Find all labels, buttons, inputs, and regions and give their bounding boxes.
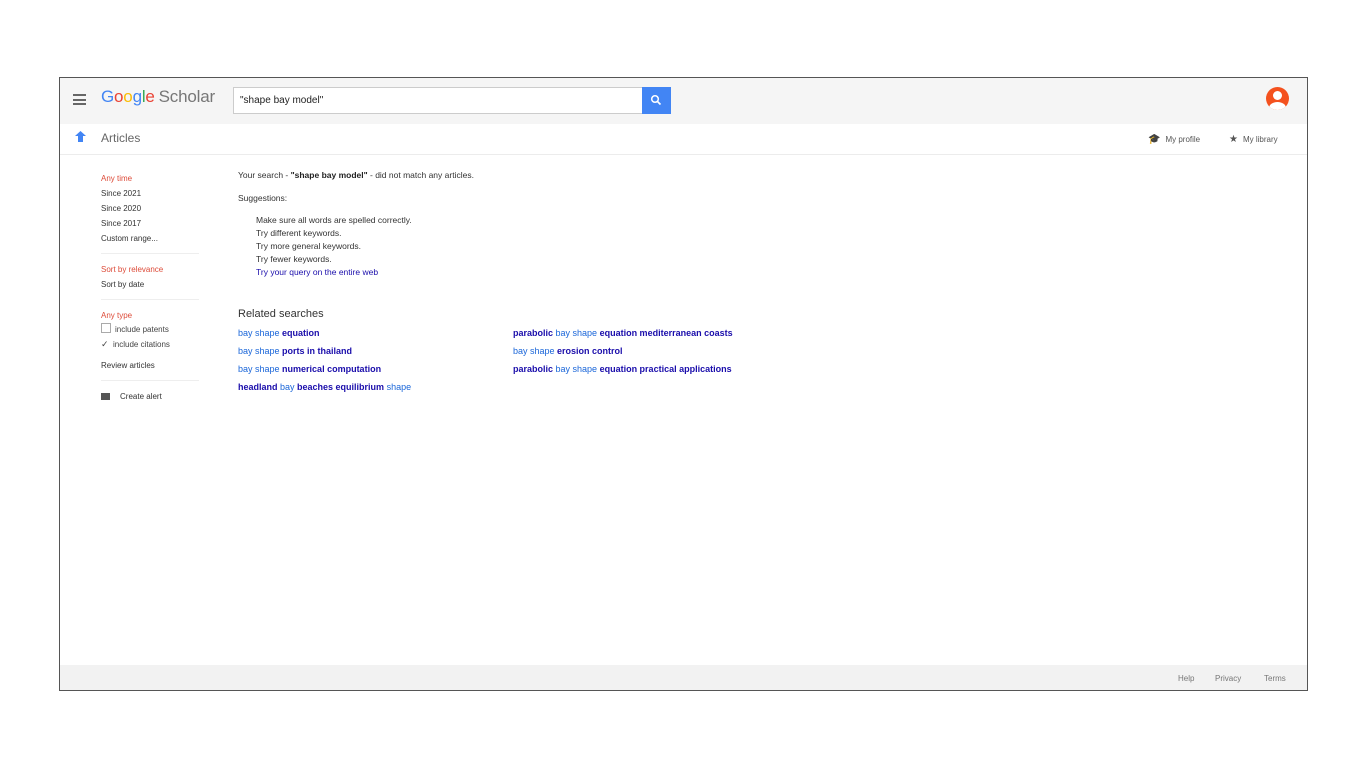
related-search-link[interactable]: parabolic bay shape equation practical a…	[513, 364, 763, 375]
related-search-segment: bay shape	[238, 346, 283, 356]
related-search-segment: equation	[282, 328, 320, 338]
related-search-segment: headland	[238, 382, 278, 392]
related-search-segment: numerical computation	[282, 364, 382, 374]
related-column-1: bay shape equation bay shape ports in tha…	[238, 328, 488, 400]
related-search-segment: bay shape	[238, 364, 283, 374]
sort-by-relevance[interactable]: Sort by relevance	[101, 262, 201, 277]
graduation-cap-icon: 🎓	[1148, 134, 1161, 145]
filter-since-2017[interactable]: Since 2017	[101, 216, 201, 231]
envelope-icon	[101, 393, 110, 400]
articles-icon	[75, 131, 86, 142]
suggestion-item: Try more general keywords.	[256, 241, 362, 251]
related-search-segment: bay shape	[553, 364, 600, 374]
divider	[101, 253, 199, 254]
related-search-segment: equation mediterranean coasts	[599, 328, 733, 338]
logo-scholar-text: Scholar	[158, 87, 215, 106]
divider	[101, 380, 199, 381]
review-articles-link[interactable]: Review articles	[101, 358, 201, 373]
include-patents-checkbox[interactable]: include patents	[101, 323, 201, 337]
filter-since-2021[interactable]: Since 2021	[101, 186, 201, 201]
suggestion-item: Try fewer keywords.	[256, 254, 332, 264]
footer: Help Privacy Terms	[60, 665, 1307, 690]
search-button[interactable]	[642, 87, 671, 114]
sort-by-date[interactable]: Sort by date	[101, 277, 201, 292]
articles-label: Articles	[101, 131, 141, 145]
suggestion-item: Make sure all words are spelled correctl…	[256, 215, 412, 225]
filter-custom-range[interactable]: Custom range...	[101, 231, 201, 246]
browser-frame: GoogleScholar Articles 🎓My profile ★My l…	[59, 77, 1308, 691]
related-search-link[interactable]: bay shape equation	[238, 328, 488, 339]
hamburger-menu-icon[interactable]	[73, 94, 86, 105]
footer-terms-link[interactable]: Terms	[1264, 674, 1286, 683]
divider	[101, 299, 199, 300]
my-library-link[interactable]: ★ My library	[1229, 134, 1278, 145]
related-search-segment: ports in thailand	[282, 346, 353, 356]
no-results-message: Your search - "shape bay model" - did no…	[238, 170, 474, 180]
filter-any-type[interactable]: Any type	[101, 308, 201, 323]
related-search-segment: shape	[384, 382, 412, 392]
related-column-2: parabolic bay shape equation mediterrane…	[513, 328, 763, 382]
search-input[interactable]	[233, 87, 671, 114]
related-search-link[interactable]: bay shape numerical computation	[238, 364, 488, 375]
filter-since-2020[interactable]: Since 2020	[101, 201, 201, 216]
related-search-segment: bay	[277, 382, 298, 392]
related-search-segment: parabolic	[513, 328, 554, 338]
related-search-segment: bay shape	[553, 328, 600, 338]
search-box	[233, 87, 671, 114]
account-avatar[interactable]	[1266, 87, 1289, 110]
checkbox-unchecked	[101, 323, 111, 333]
results-area: Your search - "shape bay model" - did no…	[238, 169, 838, 392]
my-profile-link[interactable]: 🎓 My profile	[1148, 134, 1200, 145]
google-scholar-logo[interactable]: Google Scholar	[101, 87, 215, 107]
related-search-segment: bay shape	[238, 328, 283, 338]
suggestions-title: Suggestions:	[238, 193, 288, 203]
suggestion-item: Try different keywords.	[256, 228, 342, 238]
related-search-segment: bay shape	[513, 346, 558, 356]
footer-help-link[interactable]: Help	[1178, 674, 1194, 683]
suggestions-list: Make sure all words are spelled correctl…	[256, 214, 838, 279]
related-search-link[interactable]: bay shape erosion control	[513, 346, 763, 357]
related-search-link[interactable]: parabolic bay shape equation mediterrane…	[513, 328, 763, 339]
related-search-link[interactable]: headland bay beaches equilibrium shape	[238, 382, 488, 393]
top-bar: Google Scholar	[60, 78, 1307, 124]
related-search-segment: parabolic	[513, 364, 554, 374]
include-citations-checkbox[interactable]: ✓ include citations	[101, 337, 201, 352]
related-search-segment: erosion control	[557, 346, 623, 356]
related-search-segment: beaches equilibrium	[297, 382, 385, 392]
related-search-link[interactable]: bay shape ports in thailand	[238, 346, 488, 357]
star-icon: ★	[1229, 134, 1238, 145]
filter-any-time[interactable]: Any time	[101, 171, 201, 186]
search-icon	[650, 94, 662, 106]
check-icon: ✓	[101, 339, 109, 349]
search-web-link[interactable]: Try your query on the entire web	[256, 266, 838, 279]
footer-privacy-link[interactable]: Privacy	[1215, 674, 1241, 683]
related-searches-title: Related searches	[238, 308, 324, 320]
related-search-segment: equation practical applications	[599, 364, 732, 374]
filter-sidebar: Any time Since 2021 Since 2020 Since 201…	[101, 171, 201, 404]
create-alert-link[interactable]: Create alert	[101, 389, 201, 404]
sub-header: Articles 🎓 My profile ★ My library	[60, 124, 1307, 155]
